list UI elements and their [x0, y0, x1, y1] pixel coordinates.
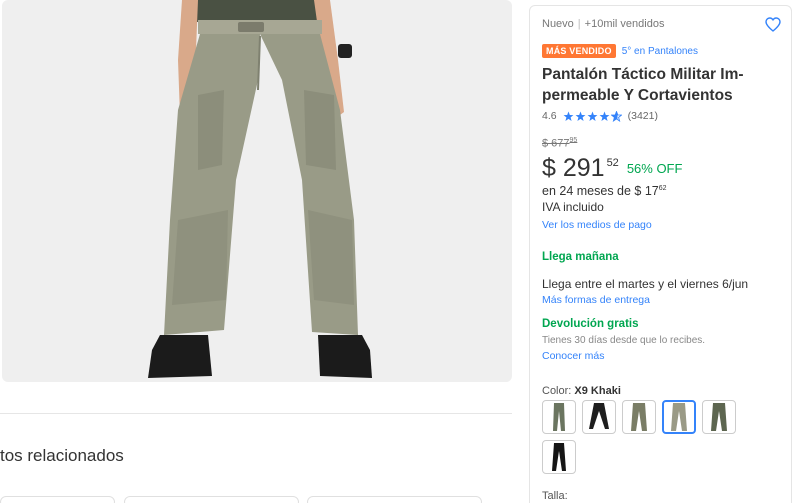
- original-price-cents: 95: [569, 137, 578, 144]
- dark-black-pants-swatch[interactable]: [542, 440, 576, 474]
- delivery-options-link[interactable]: Más formas de entrega: [542, 294, 650, 306]
- sold-count: +10mil vendidos: [584, 18, 665, 30]
- buy-box: Nuevo | +10mil vendidos MÁS VENDIDO 5° en …: [529, 5, 792, 503]
- related-product-card[interactable]: [307, 496, 482, 503]
- category-rank-link[interactable]: 5° en Pantalones: [622, 46, 698, 57]
- returns-detail: Tienes 30 días desde que lo recibes.: [542, 335, 706, 346]
- star-icon: [599, 111, 610, 121]
- black-pants-swatch[interactable]: [582, 400, 616, 434]
- current-price-cents: 52: [606, 157, 619, 169]
- installments-cents: 62: [658, 184, 667, 192]
- half-star-icon: [610, 110, 622, 122]
- review-count: (3421): [627, 110, 658, 122]
- green-pants-swatch[interactable]: [542, 400, 576, 434]
- color-label-text: Color:: [542, 385, 572, 397]
- current-price: $ 291: [542, 154, 605, 182]
- condition-line: Nuevo | +10mil vendidos: [542, 18, 664, 30]
- product-title: Pantalón Táctico Militar Im- permeable Y…: [542, 64, 782, 106]
- color-label: Color: X9 Khaki: [542, 385, 621, 397]
- original-price: $ 67795: [542, 137, 577, 150]
- arrival-label: Llega mañana: [542, 251, 619, 263]
- tax-included-label: IVA incluido: [542, 200, 604, 214]
- price-row: $ 291 52 56% OFF: [542, 153, 682, 183]
- product-title-line: Pantalón Táctico Militar Im-: [542, 66, 744, 83]
- product-photo-pants: [148, 0, 372, 378]
- payment-methods-link[interactable]: Ver los medios de pago: [542, 219, 652, 231]
- separator: |: [577, 18, 581, 30]
- star-icon: [575, 111, 586, 121]
- rating-value: 4.6: [542, 110, 557, 122]
- star-icon: [563, 111, 574, 121]
- favorite-heart-icon[interactable]: [765, 17, 781, 37]
- discount-label: 56% OFF: [626, 161, 683, 176]
- rating-stars: [563, 110, 622, 122]
- condition-label: Nuevo: [542, 18, 574, 30]
- rating-row[interactable]: 4.6 (3421): [542, 110, 658, 122]
- product-title-line: permeable Y Cortavientos: [542, 87, 733, 104]
- star-icon: [587, 111, 598, 121]
- installments-text: en 24 meses de $ 17: [542, 184, 659, 198]
- khaki-pants-swatch[interactable]: [662, 400, 696, 434]
- arrival-detail: Llega entre el martes y el viernes 6/jun: [542, 277, 749, 291]
- original-price-amount: $ 677: [542, 137, 570, 150]
- related-products-title: tos relacionados: [0, 446, 124, 465]
- product-image-gallery[interactable]: [2, 0, 512, 382]
- section-divider: [0, 413, 512, 414]
- related-product-card[interactable]: [0, 496, 115, 503]
- olive-pants-swatch[interactable]: [622, 400, 656, 434]
- badge-row: MÁS VENDIDO 5° en Pantalones: [542, 44, 698, 58]
- related-product-card[interactable]: [124, 496, 299, 503]
- size-label: Talla:: [542, 490, 568, 502]
- selected-color-name: X9 Khaki: [574, 385, 621, 397]
- returns-info-link[interactable]: Conocer más: [542, 350, 604, 362]
- free-returns-label: Devolución gratis: [542, 318, 639, 330]
- installments-info: en 24 meses de $ 1762: [542, 184, 667, 198]
- best-seller-badge: MÁS VENDIDO: [542, 44, 616, 58]
- army-green-pants-swatch[interactable]: [702, 400, 736, 434]
